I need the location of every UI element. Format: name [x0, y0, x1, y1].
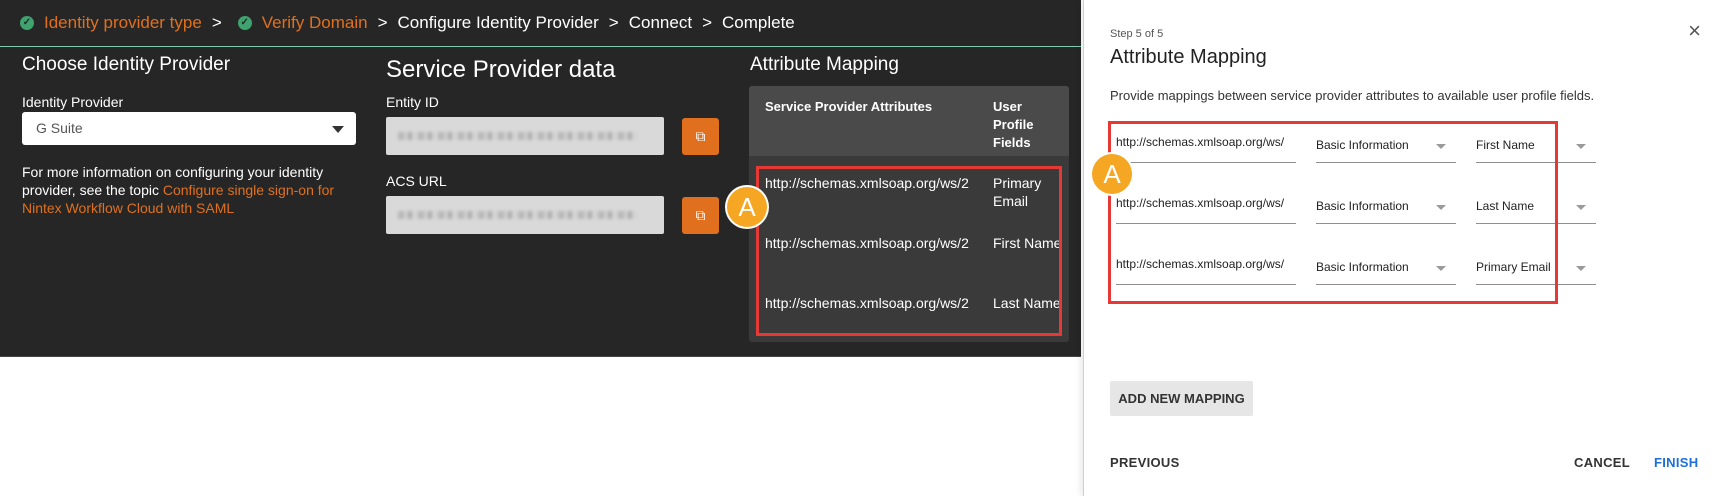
previous-button[interactable]: PREVIOUS [1110, 455, 1180, 470]
breadcrumb-item-configure-idp[interactable]: Configure Identity Provider [398, 13, 599, 33]
caret-down-icon [1576, 144, 1586, 149]
caret-down-icon [1576, 205, 1586, 210]
attribute-mapping-dialog: Step 5 of 5 Attribute Mapping × Provide … [1083, 0, 1720, 496]
copy-icon: ⧉ [695, 128, 706, 144]
col-sp-attributes: Service Provider Attributes [765, 99, 933, 114]
breadcrumb-separator: > [211, 13, 222, 32]
breadcrumb-separator: > [608, 13, 619, 32]
callout-badge: A [727, 187, 767, 227]
entity-id-label: Entity ID [386, 94, 439, 110]
redacted-value [398, 132, 638, 140]
sp-data-title: Service Provider data [386, 56, 616, 83]
highlight-box [1108, 121, 1558, 304]
idp-label: Identity Provider [22, 94, 124, 110]
breadcrumb: ✓ Identity provider type > ✓ Verify Doma… [14, 8, 795, 38]
redacted-value [398, 211, 638, 219]
breadcrumb-divider [0, 46, 1081, 47]
dialog-description: Provide mappings between service provide… [1110, 88, 1595, 103]
acs-url-label: ACS URL [386, 173, 447, 189]
breadcrumb-separator: > [377, 13, 388, 32]
check-circle-icon: ✓ [237, 16, 252, 30]
breadcrumb-label: Verify Domain [261, 13, 368, 32]
close-icon[interactable]: × [1688, 20, 1701, 42]
callout-badge: A [1092, 154, 1132, 194]
choose-idp-title: Choose Identity Provider [22, 54, 231, 75]
breadcrumb-separator: > [702, 13, 712, 32]
highlight-box [756, 166, 1062, 336]
dialog-title: Attribute Mapping [1110, 46, 1267, 68]
attr-mapping-title: Attribute Mapping [750, 54, 899, 75]
copy-entity-id-button[interactable]: ⧉ [682, 118, 719, 155]
add-new-mapping-button[interactable]: ADD NEW MAPPING [1110, 381, 1253, 416]
breadcrumb-item-connect[interactable]: Connect [629, 13, 692, 33]
breadcrumb-item-verify-domain[interactable]: ✓ Verify Domain [232, 13, 368, 33]
copy-acs-url-button[interactable]: ⧉ [682, 197, 719, 234]
breadcrumb-label: Identity provider type [44, 13, 202, 32]
col-user-profile-fields: User Profile Fields [993, 99, 1034, 150]
acs-url-field[interactable] [386, 196, 664, 234]
idp-config-panel: ✓ Identity provider type > ✓ Verify Doma… [0, 0, 1081, 357]
breadcrumb-item-idp-type[interactable]: ✓ Identity provider type [14, 13, 202, 33]
breadcrumb-label: Connect [628, 13, 693, 32]
breadcrumb-label: Configure Identity Provider [397, 13, 599, 32]
cancel-button[interactable]: CANCEL [1574, 455, 1630, 470]
caret-down-icon [332, 126, 344, 133]
copy-icon: ⧉ [695, 207, 706, 223]
step-indicator: Step 5 of 5 [1110, 28, 1164, 40]
idp-info-text: For more information on configuring your… [22, 163, 360, 217]
entity-id-field[interactable] [386, 117, 664, 155]
breadcrumb-label: Complete [722, 13, 795, 32]
caret-down-icon [1576, 266, 1586, 271]
idp-select-value: G Suite [36, 120, 83, 136]
attr-table-header: Service Provider Attributes User Profile… [749, 86, 1069, 156]
idp-select[interactable]: G Suite [22, 112, 356, 145]
check-circle-icon: ✓ [20, 16, 34, 30]
breadcrumb-item-complete[interactable]: Complete [722, 13, 795, 33]
finish-button[interactable]: FINISH [1654, 455, 1698, 470]
